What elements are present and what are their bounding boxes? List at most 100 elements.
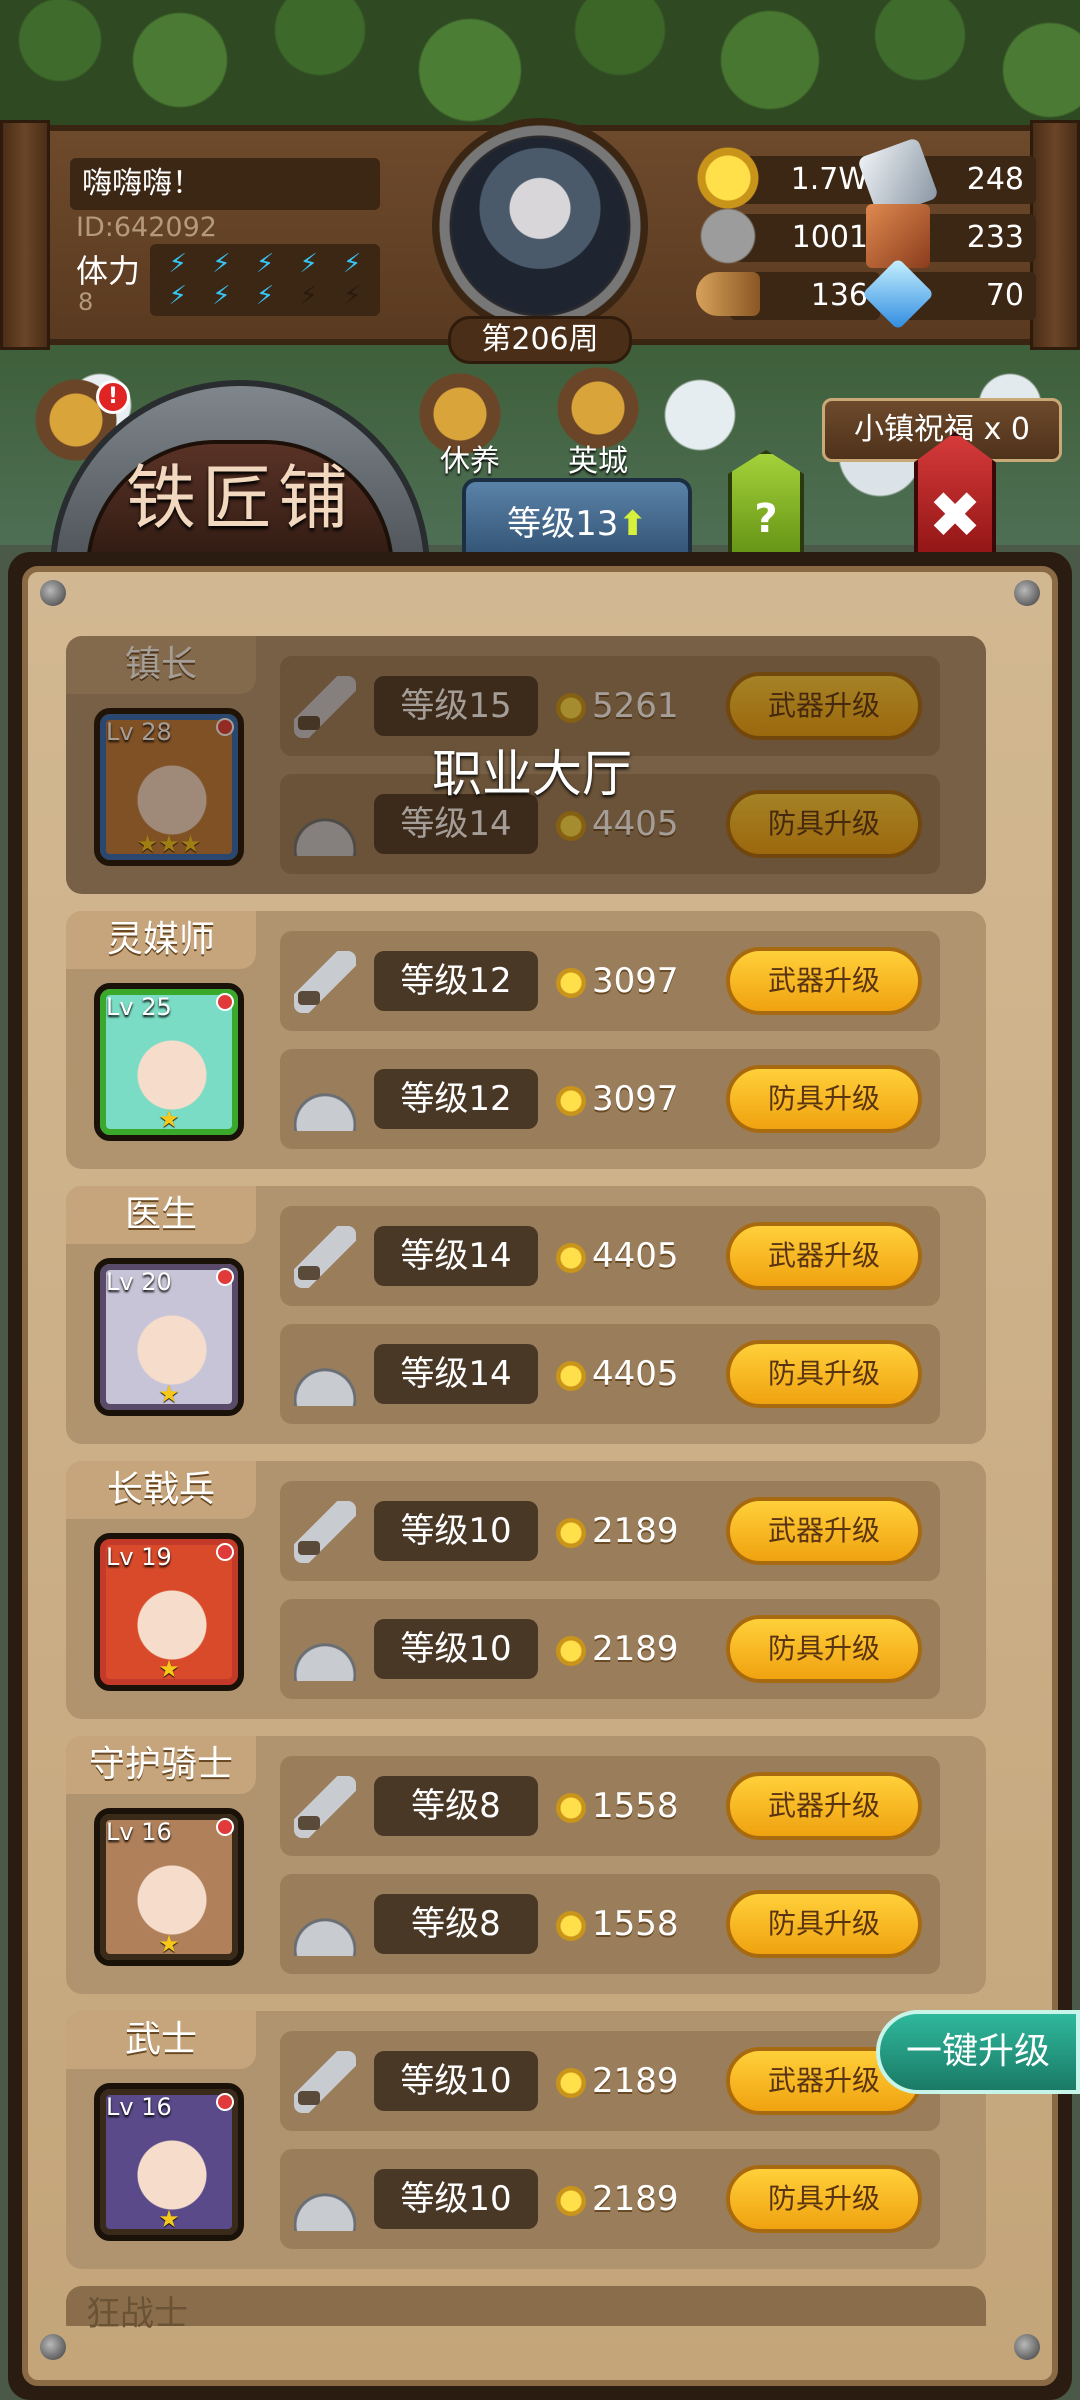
- coin-icon: [556, 1635, 586, 1666]
- rivet-icon: [40, 2334, 66, 2360]
- weapon-upgrade-button[interactable]: 武器升级: [726, 1497, 922, 1565]
- wood-value: 136: [810, 278, 868, 313]
- stamina-bolt-icon: ⚡: [255, 249, 275, 279]
- coin-icon: [556, 1910, 586, 1941]
- armor-cost-value: 2189: [592, 1629, 679, 1669]
- armor-upgrade-button[interactable]: 防具升级: [726, 1890, 922, 1958]
- weapon-cost: 5261: [556, 676, 679, 736]
- armor-cost-value: 3097: [592, 1079, 679, 1119]
- coin-icon: [556, 1792, 586, 1823]
- weapon-cost-value: 4405: [592, 1236, 679, 1276]
- crystal-value: 70: [985, 278, 1024, 313]
- hero-stars: ★: [158, 1655, 180, 1683]
- weapon-upgrade-button[interactable]: 武器升级: [726, 947, 922, 1015]
- armor-upgrade-button[interactable]: 防具升级: [726, 790, 922, 858]
- hero-face: [122, 740, 222, 840]
- gold-value: 1.7W: [790, 162, 868, 197]
- armor-upgrade-button[interactable]: 防具升级: [726, 2165, 922, 2233]
- weapon-slot: 等级10 2189 武器升级: [280, 2031, 940, 2131]
- stamina-bolt-icon: ⚡: [343, 249, 362, 279]
- armor-slot: 等级10 2189 防具升级: [280, 2149, 940, 2249]
- hero-avatar[interactable]: Lv 25 ★: [94, 983, 244, 1141]
- stone-resource[interactable]: 1001: [696, 204, 880, 268]
- sword-icon: [294, 951, 356, 1013]
- notification-dot-icon: [216, 718, 234, 736]
- hero-level: Lv 28: [106, 718, 172, 746]
- hero-avatar[interactable]: Lv 28 ★★★: [94, 708, 244, 866]
- armor-cost-value: 4405: [592, 1354, 679, 1394]
- hero-row: 守护骑士 Lv 16 ★ 等级8 1558 武器升级 等级8 1558 防具升级: [66, 1736, 986, 1994]
- weapon-level: 等级10: [374, 2051, 538, 2111]
- stamina-bar[interactable]: ⚡ ⚡ ⚡ ⚡ ⚡ ⚡ ⚡ ⚡ ⚡ ⚡: [150, 244, 380, 316]
- armor-cost: 1558: [556, 1894, 679, 1954]
- hero-equipment-list[interactable]: 镇长 Lv 28 ★★★ 等级15 5261 武器升级 等级14 4405 防具…: [66, 636, 986, 2316]
- coin-icon: [556, 1085, 586, 1116]
- armor-upgrade-button[interactable]: 防具升级: [726, 1615, 922, 1683]
- notification-dot-icon: [216, 993, 234, 1011]
- stone-icon: [696, 204, 760, 268]
- sword-icon: [294, 1776, 356, 1838]
- armor-upgrade-button[interactable]: 防具升级: [726, 1340, 922, 1408]
- weapon-cost-value: 2189: [592, 2061, 679, 2101]
- armor-slot: 等级12 3097 防具升级: [280, 1049, 940, 1149]
- iron-resource[interactable]: 248: [856, 136, 1036, 220]
- stamina-bolt-icon: ⚡: [168, 281, 187, 311]
- hero-avatar[interactable]: Lv 20 ★: [94, 1258, 244, 1416]
- weapon-cost: 2189: [556, 1501, 679, 1561]
- hero-avatar[interactable]: Lv 16 ★: [94, 2083, 244, 2241]
- weapon-upgrade-button[interactable]: 武器升级: [726, 672, 922, 740]
- gold-resource[interactable]: 1.7W: [696, 146, 880, 210]
- armor-cost: 2189: [556, 1619, 679, 1679]
- armor-level: 等级10: [374, 2169, 538, 2229]
- cloth-icon: [866, 204, 930, 268]
- weapon-cost-value: 3097: [592, 961, 679, 1001]
- hero-avatar[interactable]: Lv 16 ★: [94, 1808, 244, 1966]
- helmet-icon: [294, 1894, 356, 1956]
- hero-face: [122, 1290, 222, 1390]
- notification-dot-icon: [216, 1543, 234, 1561]
- armor-slot: 等级10 2189 防具升级: [280, 1599, 940, 1699]
- hero-row: 医生 Lv 20 ★ 等级14 4405 武器升级 等级14 4405 防具升级: [66, 1186, 986, 1444]
- notification-dot-icon: [216, 2093, 234, 2111]
- hero-role-label: 武士: [66, 2011, 256, 2069]
- armor-cost-value: 4405: [592, 804, 679, 844]
- hero-level: Lv 16: [106, 2093, 172, 2121]
- one-key-upgrade-button[interactable]: 一键升级: [876, 2010, 1080, 2094]
- stamina-bolt-icon: ⚡: [255, 281, 275, 311]
- armor-upgrade-button[interactable]: 防具升级: [726, 1065, 922, 1133]
- rivet-icon: [40, 580, 66, 606]
- cloth-resource[interactable]: 233: [866, 204, 1036, 268]
- armor-level: 等级14: [374, 1344, 538, 1404]
- coin-icon: [556, 967, 586, 998]
- stamina-bolt-icon: ⚡: [343, 281, 362, 311]
- alert-badge: !: [96, 380, 130, 414]
- player-avatar[interactable]: [452, 138, 628, 314]
- job-hall-overlay-label: 职业大厅: [432, 745, 632, 803]
- hero-role-label: 灵媒师: [66, 911, 256, 969]
- hero-avatar[interactable]: Lv 19 ★: [94, 1533, 244, 1691]
- armor-cost: 4405: [556, 1344, 679, 1404]
- weapon-cost: 3097: [556, 951, 679, 1011]
- crystal-resource[interactable]: 70: [861, 257, 1036, 331]
- notification-dot-icon: [216, 1268, 234, 1286]
- weapon-level: 等级8: [374, 1776, 538, 1836]
- notification-dot-icon: [216, 1818, 234, 1836]
- coin-icon: [556, 692, 586, 723]
- weapon-slot: 等级10 2189 武器升级: [280, 1481, 940, 1581]
- stamina-value: 8: [78, 288, 94, 316]
- hero-level: Lv 25: [106, 993, 172, 1021]
- coin-icon: [556, 2067, 586, 2098]
- stamina-bolt-icon: ⚡: [168, 249, 187, 279]
- helmet-icon: [294, 794, 356, 856]
- armor-cost: 2189: [556, 2169, 679, 2229]
- stamina-label: 体力: [76, 252, 141, 290]
- weapon-upgrade-button[interactable]: 武器升级: [726, 1222, 922, 1290]
- wood-resource[interactable]: 136: [696, 272, 880, 320]
- hero-stars: ★: [158, 1930, 180, 1958]
- weapon-upgrade-button[interactable]: 武器升级: [726, 1772, 922, 1840]
- weapon-cost: 1558: [556, 1776, 679, 1836]
- helmet-icon: [294, 1619, 356, 1681]
- weapon-level: 等级14: [374, 1226, 538, 1286]
- player-id: ID:642092: [76, 212, 217, 243]
- weapon-slot: 等级12 3097 武器升级: [280, 931, 940, 1031]
